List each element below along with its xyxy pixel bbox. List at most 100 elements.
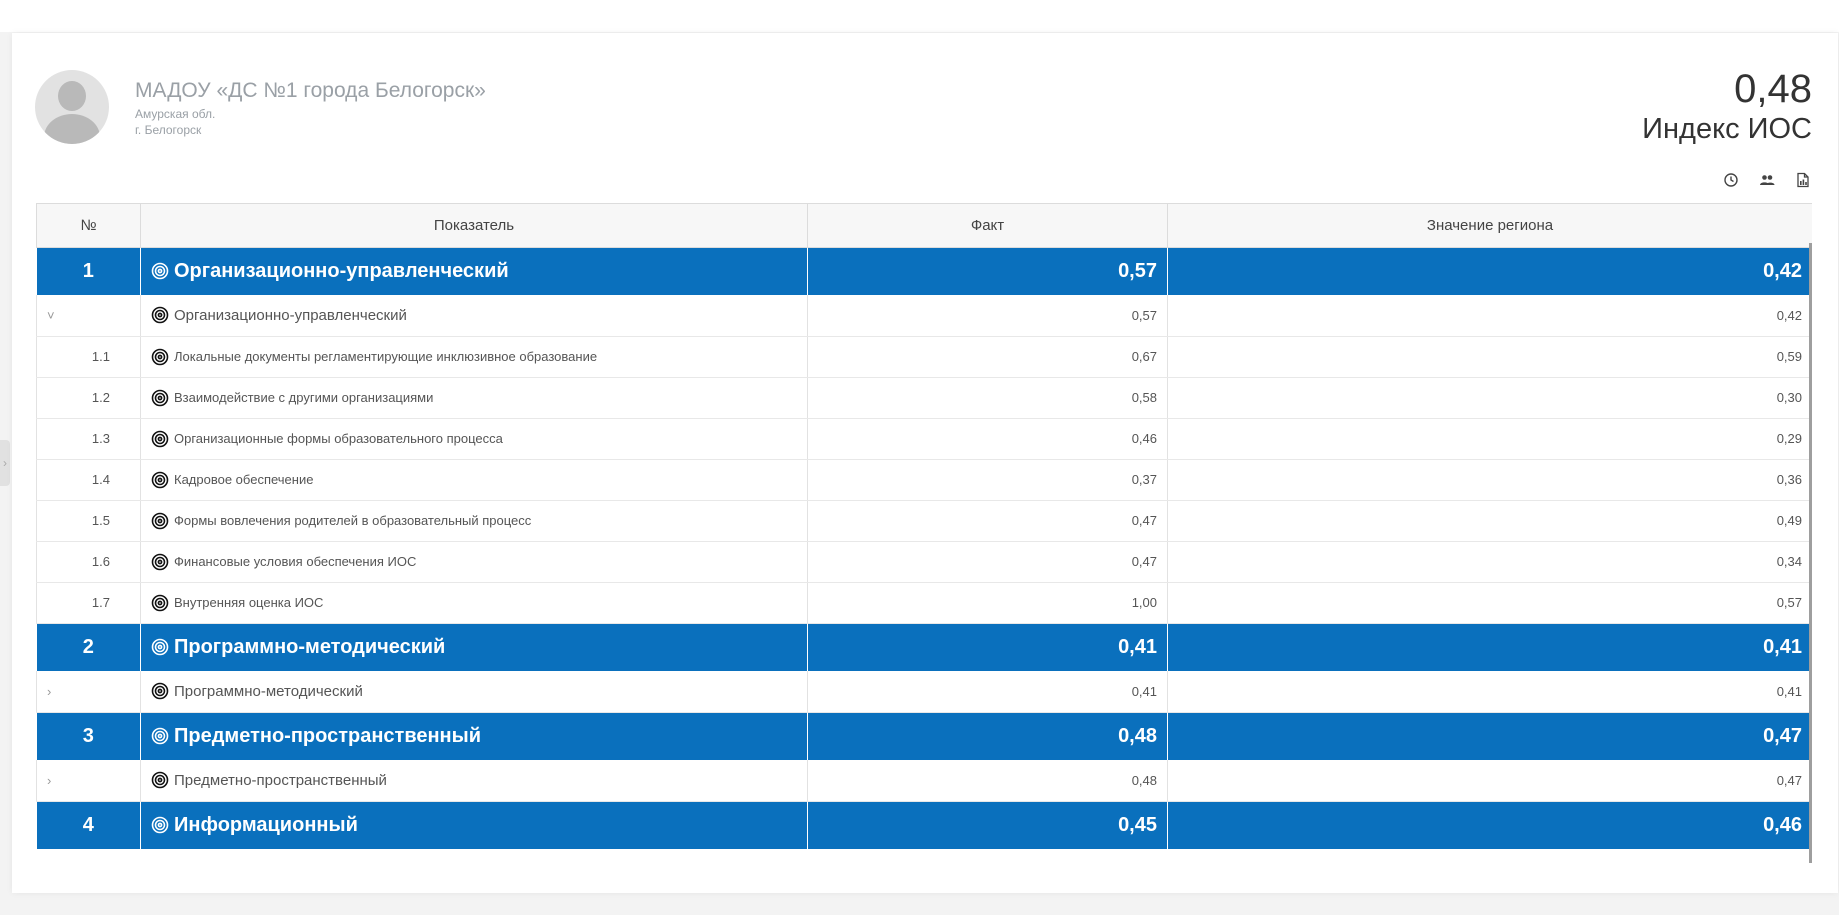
table-row[interactable]: 1.1 Локальные документы регламентирующие …: [36, 336, 1812, 378]
row-number: 1.2: [36, 377, 141, 419]
table-row[interactable]: 1.3 Организационные формы образовательног…: [36, 418, 1812, 460]
row-region-value: 0,34: [1167, 541, 1812, 583]
aggregate-row[interactable]: ˅ Организационно-управленческий 0,57 0,42: [36, 295, 1812, 337]
group-fact: 0,45: [807, 801, 1168, 849]
col-header-num[interactable]: №: [36, 204, 141, 248]
group-name-cell: Информационный: [140, 801, 808, 849]
row-fact: 1,00: [807, 582, 1168, 624]
target-icon: [151, 471, 169, 489]
row-name: Организационные формы образовательного п…: [174, 431, 503, 446]
col-header-region[interactable]: Значение региона: [1167, 204, 1812, 248]
group-row[interactable]: 2 Программно-методический 0,41 0,41: [36, 623, 1812, 671]
row-fact: 0,67: [807, 336, 1168, 378]
row-region-value: 0,30: [1167, 377, 1812, 419]
group-number: 3: [36, 712, 141, 760]
table-row[interactable]: 1.2 Взаимодействие с другими организациям…: [36, 377, 1812, 419]
group-row[interactable]: 1 Организационно-управленческий 0,57 0,42: [36, 247, 1812, 295]
row-name-cell: Локальные документы регламентирующие инк…: [140, 336, 808, 378]
group-row[interactable]: 3 Предметно-пространственный 0,48 0,47: [36, 712, 1812, 760]
group-fact: 0,57: [807, 247, 1168, 295]
group-name: Программно-методический: [174, 635, 446, 658]
index-label: Индекс ИОС: [1642, 113, 1812, 145]
top-strip: [0, 0, 1839, 32]
table-scrollbar[interactable]: [1809, 243, 1812, 863]
row-fact: 0,47: [807, 541, 1168, 583]
avatar-body-shape: [44, 114, 100, 144]
row-name: Внутренняя оценка ИОС: [174, 595, 324, 610]
row-name-cell: Взаимодействие с другими организациями: [140, 377, 808, 419]
row-name-cell: Организационные формы образовательного п…: [140, 418, 808, 460]
row-fact: 0,47: [807, 500, 1168, 542]
group-row[interactable]: 4 Информационный 0,45 0,46: [36, 801, 1812, 849]
row-fact: 0,37: [807, 459, 1168, 501]
org-name: МАДОУ «ДС №1 города Белогорск»: [135, 79, 486, 102]
row-name-cell: Формы вовлечения родителей в образовател…: [140, 500, 808, 542]
dashboard-card: МАДОУ «ДС №1 города Белогорск» Амурская …: [12, 33, 1838, 893]
row-name-cell: Программно-методический: [140, 671, 808, 713]
target-icon: [151, 553, 169, 571]
row-name-cell: Кадровое обеспечение: [140, 459, 808, 501]
expand-chevron-icon[interactable]: ›: [36, 760, 141, 802]
org-header: МАДОУ «ДС №1 города Белогорск» Амурская …: [12, 33, 1838, 203]
row-name: Взаимодействие с другими организациями: [174, 390, 434, 405]
row-fact: 0,41: [807, 671, 1168, 713]
row-name-cell: Финансовые условия обеспечения ИОС: [140, 541, 808, 583]
people-icon[interactable]: [1758, 171, 1776, 189]
clock-icon[interactable]: [1722, 171, 1740, 189]
row-region-value: 0,47: [1167, 760, 1812, 802]
row-name-cell: Внутренняя оценка ИОС: [140, 582, 808, 624]
aggregate-row[interactable]: › Программно-методический 0,41 0,41: [36, 671, 1812, 713]
col-header-indicator[interactable]: Показатель: [140, 204, 808, 248]
target-icon: [151, 682, 169, 700]
row-name: Локальные документы регламентирующие инк…: [174, 349, 598, 364]
row-name: Организационно-управленческий: [174, 306, 407, 324]
table-row[interactable]: 1.5 Формы вовлечения родителей в образова…: [36, 500, 1812, 542]
row-name: Кадровое обеспечение: [174, 472, 314, 487]
group-fact: 0,48: [807, 712, 1168, 760]
index-value: 0,48: [1734, 67, 1812, 111]
row-name: Финансовые условия обеспечения ИОС: [174, 554, 417, 569]
toolbar: [1722, 171, 1812, 189]
aggregate-row[interactable]: › Предметно-пространственный 0,48 0,47: [36, 760, 1812, 802]
expand-chevron-icon[interactable]: ›: [36, 671, 141, 713]
group-region-value: 0,42: [1167, 247, 1812, 295]
group-region-value: 0,46: [1167, 801, 1812, 849]
avatar: [35, 70, 109, 144]
report-icon[interactable]: [1794, 171, 1812, 189]
table-row[interactable]: 1.7 Внутренняя оценка ИОС 1,00 0,57: [36, 582, 1812, 624]
table-row[interactable]: 1.6 Финансовые условия обеспечения ИОС 0,4…: [36, 541, 1812, 583]
target-icon: [151, 594, 169, 612]
org-region: Амурская обл.: [135, 107, 216, 121]
table-header-row: № Показатель Факт Значение региона: [36, 204, 1812, 248]
row-fact: 0,48: [807, 760, 1168, 802]
row-region-value: 0,29: [1167, 418, 1812, 460]
row-region-value: 0,59: [1167, 336, 1812, 378]
row-name: Формы вовлечения родителей в образовател…: [174, 513, 532, 528]
sidebar-toggle[interactable]: ›: [0, 440, 10, 486]
row-number: 1.4: [36, 459, 141, 501]
row-region-value: 0,57: [1167, 582, 1812, 624]
avatar-head-shape: [58, 81, 86, 111]
row-number: 1.7: [36, 582, 141, 624]
row-name-cell: Организационно-управленческий: [140, 295, 808, 337]
group-name: Информационный: [174, 813, 358, 836]
table-row[interactable]: 1.4 Кадровое обеспечение 0,37 0,36: [36, 459, 1812, 501]
target-icon: [151, 306, 169, 324]
target-icon: [151, 771, 169, 789]
row-region-value: 0,49: [1167, 500, 1812, 542]
expand-chevron-icon[interactable]: ˅: [36, 295, 141, 337]
row-region-value: 0,41: [1167, 671, 1812, 713]
row-number: 1.5: [36, 500, 141, 542]
col-header-fact[interactable]: Факт: [807, 204, 1168, 248]
row-region-value: 0,36: [1167, 459, 1812, 501]
row-number: 1.3: [36, 418, 141, 460]
group-number: 2: [36, 623, 141, 671]
target-icon: [151, 816, 169, 834]
group-fact: 0,41: [807, 623, 1168, 671]
target-icon: [151, 638, 169, 656]
row-fact: 0,57: [807, 295, 1168, 337]
row-number: 1.6: [36, 541, 141, 583]
row-number: 1.1: [36, 336, 141, 378]
row-name: Программно-методический: [174, 682, 363, 700]
group-name-cell: Организационно-управленческий: [140, 247, 808, 295]
